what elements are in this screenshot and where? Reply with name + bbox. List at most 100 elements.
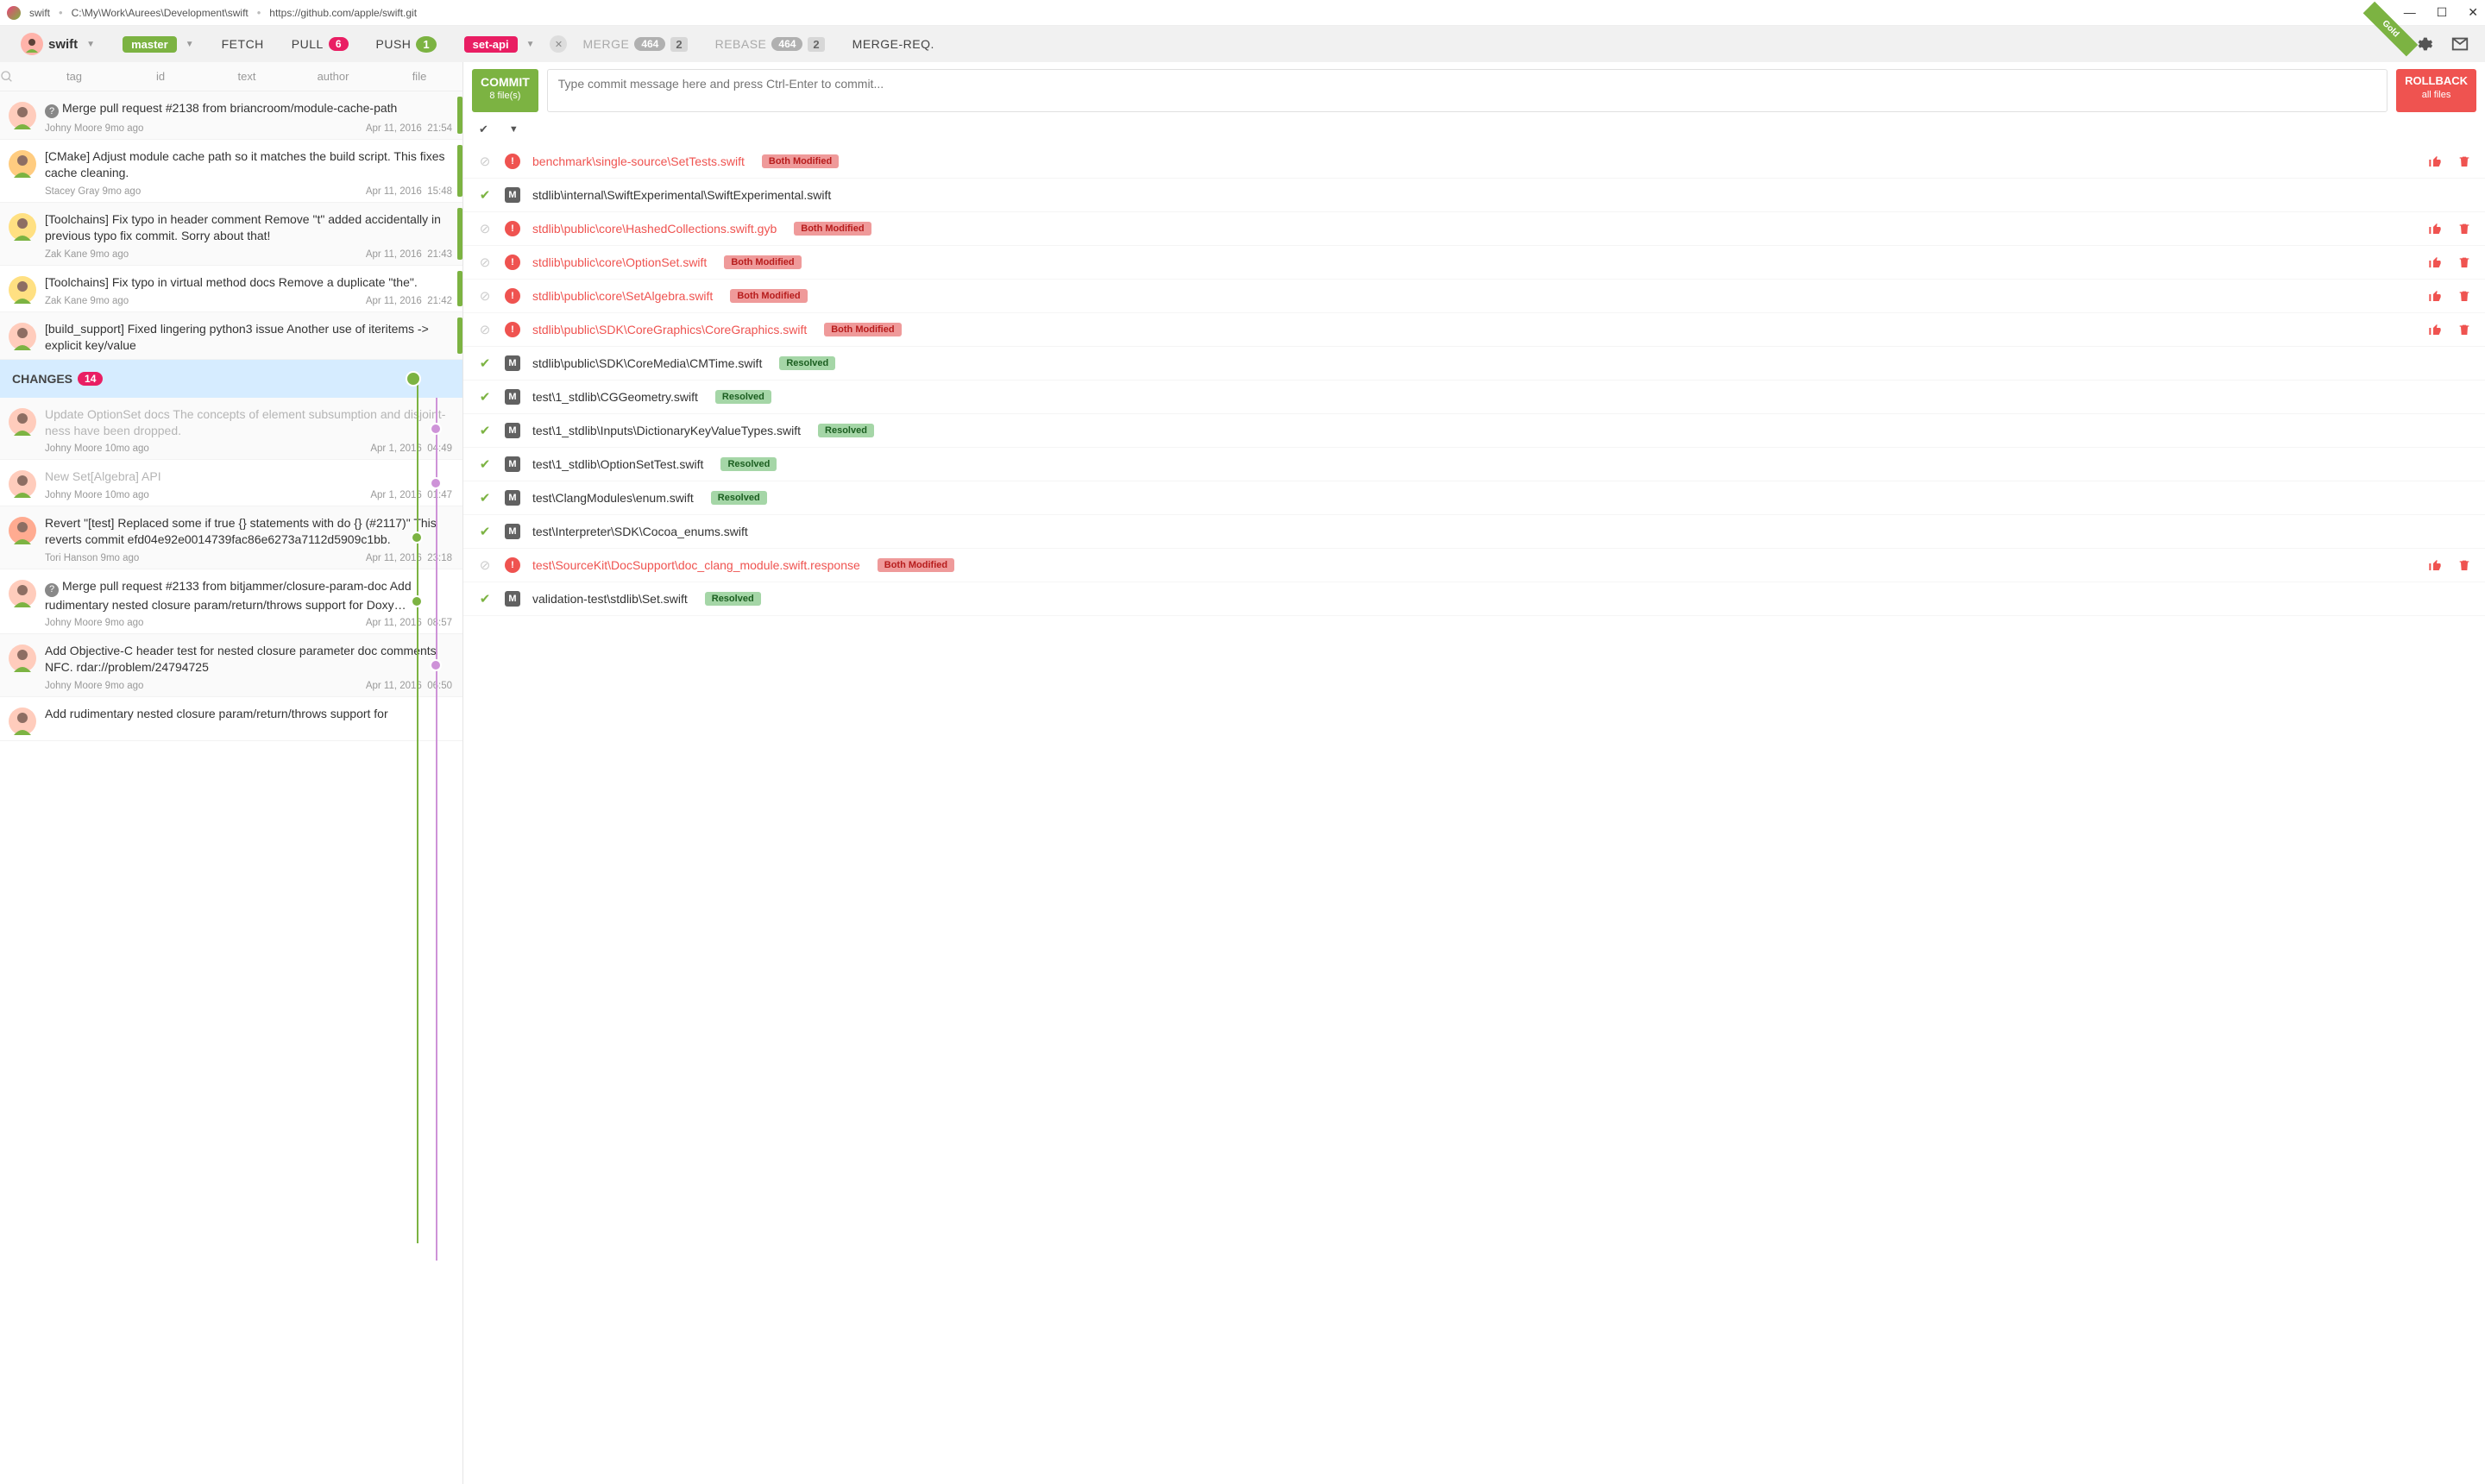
thumbs-up-icon[interactable] bbox=[2428, 255, 2442, 269]
minimize-button[interactable]: — bbox=[2404, 5, 2416, 20]
avatar bbox=[9, 323, 36, 350]
unstaged-icon[interactable]: ⊘ bbox=[477, 322, 493, 337]
filter-text[interactable]: text bbox=[204, 70, 290, 83]
staged-icon[interactable]: ✔ bbox=[477, 187, 493, 203]
file-row[interactable]: ✔Mtest\1_stdlib\OptionSetTest.swiftResol… bbox=[463, 448, 2485, 481]
commit-author: Zak Kane 9mo ago bbox=[45, 296, 129, 306]
commit-row[interactable]: [CMake] Adjust module cache path so it m… bbox=[0, 140, 462, 203]
commit-message-input[interactable] bbox=[547, 69, 2387, 112]
file-row[interactable]: ✔Mtest\1_stdlib\CGGeometry.swiftResolved bbox=[463, 380, 2485, 414]
file-row[interactable]: ✔Mtest\1_stdlib\Inputs\DictionaryKeyValu… bbox=[463, 414, 2485, 448]
unstaged-icon[interactable]: ⊘ bbox=[477, 288, 493, 304]
staged-icon[interactable]: ✔ bbox=[477, 389, 493, 405]
trash-icon[interactable] bbox=[2457, 154, 2471, 168]
unstaged-icon[interactable]: ⊘ bbox=[477, 221, 493, 236]
file-row[interactable]: ⊘!stdlib\public\core\HashedCollections.s… bbox=[463, 212, 2485, 246]
modified-icon: M bbox=[505, 591, 520, 607]
commit-message: ?Merge pull request #2133 from bitjammer… bbox=[45, 578, 452, 613]
file-row[interactable]: ⊘!stdlib\public\SDK\CoreGraphics\CoreGra… bbox=[463, 313, 2485, 347]
commit-row[interactable]: ?Merge pull request #2138 from briancroo… bbox=[0, 91, 462, 140]
file-path: stdlib\public\core\HashedCollections.swi… bbox=[532, 222, 777, 236]
staged-icon[interactable]: ✔ bbox=[477, 591, 493, 607]
file-row[interactable]: ✔Mtest\Interpreter\SDK\Cocoa_enums.swift bbox=[463, 515, 2485, 549]
trash-icon[interactable] bbox=[2457, 222, 2471, 236]
thumbs-up-icon[interactable] bbox=[2428, 289, 2442, 303]
file-path: stdlib\internal\SwiftExperimental\SwiftE… bbox=[532, 188, 831, 202]
stage-dropdown-icon[interactable]: ▼ bbox=[509, 124, 519, 135]
staged-icon[interactable]: ✔ bbox=[477, 524, 493, 539]
fetch-button[interactable]: FETCH bbox=[210, 37, 276, 51]
merge-button[interactable]: MERGE 464 2 bbox=[570, 37, 699, 52]
commit-row[interactable]: Update OptionSet docs The concepts of el… bbox=[0, 398, 462, 461]
search-icon[interactable] bbox=[0, 70, 31, 84]
file-row[interactable]: ✔Mstdlib\public\SDK\CoreMedia\CMTime.swi… bbox=[463, 347, 2485, 380]
stage-all-icon[interactable]: ✔ bbox=[479, 123, 488, 136]
thumbs-up-icon[interactable] bbox=[2428, 154, 2442, 168]
file-row[interactable]: ⊘!benchmark\single-source\SetTests.swift… bbox=[463, 145, 2485, 179]
staged-icon[interactable]: ✔ bbox=[477, 490, 493, 506]
file-row[interactable]: ✔Mtest\ClangModules\enum.swiftResolved bbox=[463, 481, 2485, 515]
commit-row[interactable]: [Toolchains] Fix typo in virtual method … bbox=[0, 266, 462, 312]
commit-row[interactable]: Revert "[test] Replaced some if true {} … bbox=[0, 506, 462, 569]
thumbs-up-icon[interactable] bbox=[2428, 558, 2442, 572]
thumbs-up-icon[interactable] bbox=[2428, 323, 2442, 336]
toolbar: swift ▼ master ▼ FETCH PULL 6 PUSH 1 set… bbox=[0, 26, 2485, 62]
branch-indicator bbox=[457, 145, 462, 197]
trash-icon[interactable] bbox=[2457, 289, 2471, 303]
modified-icon: M bbox=[505, 187, 520, 203]
branch-selector[interactable]: master ▼ bbox=[110, 36, 206, 53]
staged-icon[interactable]: ✔ bbox=[477, 423, 493, 438]
project-selector[interactable]: swift ▼ bbox=[9, 33, 107, 55]
staging-panel: COMMIT 8 file(s) ROLLBACK all files ✔ ▼ … bbox=[463, 62, 2485, 1484]
avatar bbox=[9, 470, 36, 498]
rebase-button[interactable]: REBASE 464 2 bbox=[703, 37, 837, 52]
filter-author[interactable]: author bbox=[290, 70, 376, 83]
commit-button[interactable]: COMMIT 8 file(s) bbox=[472, 69, 538, 112]
feature-branch-selector[interactable]: set-api ▼ bbox=[452, 36, 547, 53]
trash-icon[interactable] bbox=[2457, 255, 2471, 269]
file-row[interactable]: ✔ Mstdlib\internal\SwiftExperimental\Swif… bbox=[463, 179, 2485, 212]
mail-icon[interactable] bbox=[2450, 35, 2469, 53]
commit-list[interactable]: ?Merge pull request #2138 from briancroo… bbox=[0, 91, 462, 1484]
filter-id[interactable]: id bbox=[117, 70, 204, 83]
clear-feature-icon[interactable]: ✕ bbox=[550, 35, 567, 53]
trash-icon[interactable] bbox=[2457, 323, 2471, 336]
staged-icon[interactable]: ✔ bbox=[477, 355, 493, 371]
file-status-badge: Resolved bbox=[711, 491, 767, 505]
avatar bbox=[9, 580, 36, 607]
title-url: https://github.com/apple/swift.git bbox=[269, 7, 417, 19]
file-row[interactable]: ⊘!stdlib\public\core\OptionSet.swiftBoth… bbox=[463, 246, 2485, 280]
rollback-button[interactable]: ROLLBACK all files bbox=[2396, 69, 2476, 112]
file-list[interactable]: ⊘!benchmark\single-source\SetTests.swift… bbox=[463, 145, 2485, 1484]
title-path: C:\My\Work\Aurees\Development\swift bbox=[72, 7, 248, 19]
file-path: test\1_stdlib\CGGeometry.swift bbox=[532, 390, 698, 404]
file-row[interactable]: ⊘!stdlib\public\core\SetAlgebra.swiftBot… bbox=[463, 280, 2485, 313]
merge-request-button[interactable]: MERGE-REQ. bbox=[840, 37, 947, 51]
commit-message: [Toolchains] Fix typo in virtual method … bbox=[45, 274, 452, 291]
unstaged-icon[interactable]: ⊘ bbox=[477, 154, 493, 169]
conflict-icon: ! bbox=[505, 154, 520, 169]
changes-header[interactable]: CHANGES14 bbox=[0, 360, 462, 398]
maximize-button[interactable]: ☐ bbox=[2437, 5, 2448, 20]
pull-count: 6 bbox=[329, 37, 349, 51]
thumbs-up-icon[interactable] bbox=[2428, 222, 2442, 236]
commit-row[interactable]: Add rudimentary nested closure param/ret… bbox=[0, 697, 462, 741]
commit-row[interactable]: [Toolchains] Fix typo in header comment … bbox=[0, 203, 462, 266]
commit-row[interactable]: New Set[Algebra] APIJohny Moore 10mo ago… bbox=[0, 460, 462, 506]
title-project: swift bbox=[29, 7, 50, 19]
filter-tag[interactable]: tag bbox=[31, 70, 117, 83]
pull-button[interactable]: PULL 6 bbox=[280, 37, 361, 51]
push-button[interactable]: PUSH 1 bbox=[364, 36, 449, 53]
filter-file[interactable]: file bbox=[376, 70, 462, 83]
staged-icon[interactable]: ✔ bbox=[477, 456, 493, 472]
commit-row[interactable]: Add Objective-C header test for nested c… bbox=[0, 634, 462, 697]
file-row[interactable]: ✔Mvalidation-test\stdlib\Set.swiftResolv… bbox=[463, 582, 2485, 616]
file-row[interactable]: ⊘!test\SourceKit\DocSupport\doc_clang_mo… bbox=[463, 549, 2485, 582]
commit-row[interactable]: ?Merge pull request #2133 from bitjammer… bbox=[0, 569, 462, 634]
trash-icon[interactable] bbox=[2457, 558, 2471, 572]
file-actions bbox=[2428, 154, 2471, 168]
unstaged-icon[interactable]: ⊘ bbox=[477, 255, 493, 270]
commit-row[interactable]: [build_support] Fixed lingering python3 … bbox=[0, 312, 462, 360]
unstaged-icon[interactable]: ⊘ bbox=[477, 557, 493, 573]
close-button[interactable]: ✕ bbox=[2468, 5, 2478, 20]
